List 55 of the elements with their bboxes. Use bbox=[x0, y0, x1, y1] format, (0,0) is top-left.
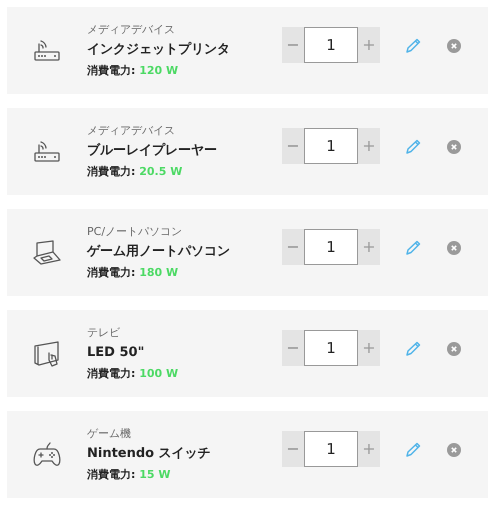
decrease-button[interactable]: − bbox=[282, 26, 304, 62]
power-consumption: 消費電力: 15 W bbox=[87, 466, 172, 482]
increase-button[interactable]: + bbox=[358, 330, 380, 366]
close-icon bbox=[447, 240, 461, 254]
increase-button[interactable]: + bbox=[358, 228, 380, 264]
device-name: Nintendo スイッチ bbox=[87, 444, 212, 462]
remove-button[interactable] bbox=[447, 240, 461, 254]
tablet-icon bbox=[33, 340, 61, 368]
increase-button[interactable]: + bbox=[358, 128, 380, 164]
edit-button[interactable] bbox=[405, 38, 421, 54]
device-category: テレビ bbox=[87, 326, 121, 340]
edit-button[interactable] bbox=[405, 442, 421, 458]
device-category: メディアデバイス bbox=[87, 22, 176, 36]
pencil-icon bbox=[405, 138, 421, 154]
remove-button[interactable] bbox=[447, 342, 461, 356]
power-consumption: 消費電力: 180 W bbox=[87, 264, 180, 280]
close-icon bbox=[447, 442, 461, 456]
remove-button[interactable] bbox=[447, 442, 461, 456]
close-icon bbox=[447, 342, 461, 356]
power-consumption: 消費電力: 20.5 W bbox=[87, 164, 184, 180]
device-name: ブルーレイプレーヤー bbox=[87, 142, 218, 160]
quantity-field[interactable]: 1 bbox=[304, 330, 358, 366]
decrease-button[interactable]: − bbox=[282, 128, 304, 164]
quantity-field[interactable]: 1 bbox=[304, 128, 358, 164]
pencil-icon bbox=[405, 442, 421, 458]
close-icon bbox=[447, 140, 461, 154]
device-category: PC/ノートパソコン bbox=[87, 224, 184, 238]
device-name: インクジェットプリンタ bbox=[87, 40, 231, 58]
router-icon bbox=[33, 140, 61, 164]
device-name: LED 50" bbox=[87, 344, 146, 362]
device-name: ゲーム用ノートパソコン bbox=[87, 242, 231, 260]
remove-button[interactable] bbox=[447, 140, 461, 154]
edit-button[interactable] bbox=[405, 340, 421, 356]
quantity-field[interactable]: 1 bbox=[304, 430, 358, 466]
quantity-field[interactable]: 1 bbox=[304, 26, 358, 62]
increase-button[interactable]: + bbox=[358, 26, 380, 62]
power-consumption: 消費電力: 120 W bbox=[87, 62, 180, 78]
edit-button[interactable] bbox=[405, 138, 421, 154]
close-icon bbox=[447, 38, 461, 52]
decrease-button[interactable]: − bbox=[282, 330, 304, 366]
decrease-button[interactable]: − bbox=[282, 430, 304, 466]
laptop-icon bbox=[33, 240, 61, 266]
device-category: メディアデバイス bbox=[87, 124, 176, 138]
decrease-button[interactable]: − bbox=[282, 228, 304, 264]
power-consumption: 消費電力: 100 W bbox=[87, 366, 180, 382]
pencil-icon bbox=[405, 38, 421, 54]
router-icon bbox=[33, 38, 61, 62]
pencil-icon bbox=[405, 240, 421, 256]
gamepad-icon bbox=[32, 442, 62, 468]
quantity-field[interactable]: 1 bbox=[304, 228, 358, 264]
device-category: ゲーム機 bbox=[87, 426, 132, 440]
pencil-icon bbox=[405, 340, 421, 356]
edit-button[interactable] bbox=[405, 240, 421, 256]
remove-button[interactable] bbox=[447, 38, 461, 52]
increase-button[interactable]: + bbox=[358, 430, 380, 466]
